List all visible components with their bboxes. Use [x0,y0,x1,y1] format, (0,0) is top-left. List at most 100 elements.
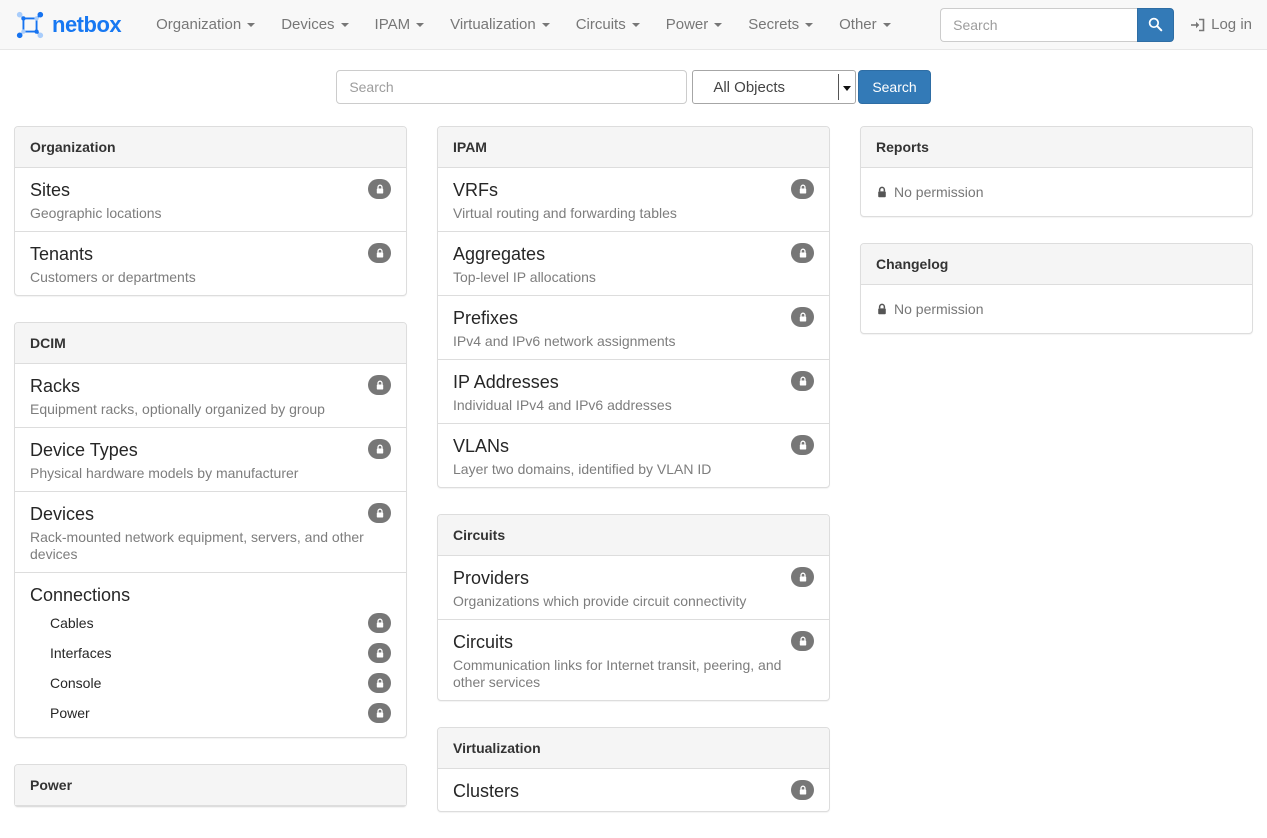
subitem-console: Console [30,668,391,698]
lock-icon [368,375,391,395]
column-middle: IPAM VRFs Virtual routing and forwarding… [437,126,830,838]
subitem-link[interactable]: Console [50,675,101,691]
chevron-down-icon [632,23,640,27]
lock-icon [791,243,814,263]
nav-item-other[interactable]: Other [826,0,904,49]
panel-title: Reports [861,127,1252,168]
item-description: Equipment racks, optionally organized by… [30,401,391,418]
brand-name: netbox [52,12,121,38]
panel-item-providers[interactable]: Providers Organizations which provide ci… [438,556,829,619]
item-title: Aggregates [453,243,814,265]
no-permission-text: No permission [894,183,983,201]
panel-item-tenants[interactable]: Tenants Customers or departments [15,231,406,295]
item-description: IPv4 and IPv6 network assignments [453,333,814,350]
panel-item-sites[interactable]: Sites Geographic locations [15,168,406,231]
navbar-search-input[interactable] [940,8,1137,42]
search-button[interactable]: Search [858,70,930,104]
nav-item-secrets[interactable]: Secrets [735,0,826,49]
panel-reports: Reports No permission [860,126,1253,217]
nav-item-power[interactable]: Power [653,0,736,49]
nav-item-devices[interactable]: Devices [268,0,361,49]
item-title: VLANs [453,435,814,457]
panel-item-vrfs[interactable]: VRFs Virtual routing and forwarding tabl… [438,168,829,231]
nav-item-label: IPAM [375,16,411,33]
netbox-brand-link[interactable]: netbox [15,10,121,40]
panel-item-aggregates[interactable]: Aggregates Top-level IP allocations [438,231,829,295]
nav-item-circuits[interactable]: Circuits [563,0,653,49]
lock-icon [368,673,391,693]
lock-icon [791,631,814,651]
chevron-down-icon [416,23,424,27]
panel-title: Changelog [861,244,1252,285]
panel-ipam: IPAM VRFs Virtual routing and forwarding… [437,126,830,488]
login-link[interactable]: Log in [1190,16,1252,33]
lock-icon [791,435,814,455]
panel-title: DCIM [15,323,406,364]
login-label: Log in [1211,16,1252,33]
panel-item-racks[interactable]: Racks Equipment racks, optionally organi… [15,364,406,427]
no-permission-row: No permission [861,168,1252,216]
nav-item-label: Organization [156,16,241,33]
lock-icon [791,780,814,800]
item-description: Geographic locations [30,205,391,222]
netbox-logo-icon [15,10,45,40]
nav-item-label: Secrets [748,16,799,33]
column-left: Organization Sites Geographic locations … [14,126,407,833]
column-right: Reports No permission Changelog No permi… [860,126,1253,360]
panel-item-connections: Connections Cables Interfaces Console [15,572,406,737]
lock-icon [791,307,814,327]
item-title: Device Types [30,439,391,461]
search-scope-select[interactable]: All Objects [692,70,856,104]
subitem-link[interactable]: Cables [50,615,94,631]
lock-icon [876,186,888,199]
panel-item-circuits[interactable]: Circuits Communication links for Interne… [438,619,829,700]
select-separator [838,74,839,100]
item-description: Organizations which provide circuit conn… [453,593,814,610]
item-description: Layer two domains, identified by VLAN ID [453,461,814,478]
lock-icon [876,303,888,316]
nav-item-label: Circuits [576,16,626,33]
global-search-form: All Objects Search [0,70,1267,104]
panel-virtualization: Virtualization Clusters [437,727,830,812]
lock-icon [368,503,391,523]
lock-icon [791,179,814,199]
lock-icon [368,439,391,459]
item-description: Individual IPv4 and IPv6 addresses [453,397,814,414]
navbar-search-group [940,8,1174,42]
subitem-link[interactable]: Interfaces [50,645,111,661]
lock-icon [368,613,391,633]
subitem-link[interactable]: Power [50,705,90,721]
search-scope-value: All Objects [713,79,785,96]
triangle-down-icon [843,86,851,91]
navbar-search-button[interactable] [1137,8,1174,42]
item-description: Communication links for Internet transit… [453,657,814,691]
panel-title: Power [15,765,406,806]
chevron-down-icon [542,23,550,27]
panel-item-clusters[interactable]: Clusters [438,769,829,811]
panel-title: Organization [15,127,406,168]
item-description: Virtual routing and forwarding tables [453,205,814,222]
nav-item-ipam[interactable]: IPAM [362,0,438,49]
panel-item-ip-addresses[interactable]: IP Addresses Individual IPv4 and IPv6 ad… [438,359,829,423]
search-input[interactable] [336,70,687,104]
panel-item-device-types[interactable]: Device Types Physical hardware models by… [15,427,406,491]
item-description: Rack-mounted network equipment, servers,… [30,529,391,563]
panel-item-vlans[interactable]: VLANs Layer two domains, identified by V… [438,423,829,487]
item-title: VRFs [453,179,814,201]
subitem-power: Power [30,698,391,728]
sign-in-icon [1190,18,1205,32]
lock-icon [368,179,391,199]
nav-item-label: Devices [281,16,334,33]
panel-item-devices[interactable]: Devices Rack-mounted network equipment, … [15,491,406,572]
nav-item-virtualization[interactable]: Virtualization [437,0,563,49]
chevron-down-icon [341,23,349,27]
nav-item-organization[interactable]: Organization [143,0,268,49]
panel-item-prefixes[interactable]: Prefixes IPv4 and IPv6 network assignmen… [438,295,829,359]
panel-circuits: Circuits Providers Organizations which p… [437,514,830,701]
item-title: Racks [30,375,391,397]
panel-title: Virtualization [438,728,829,769]
item-description: Physical hardware models by manufacturer [30,465,391,482]
item-title: Connections [30,584,391,606]
connections-subitems: Cables Interfaces Console Power [30,608,391,728]
item-title: Circuits [453,631,814,653]
